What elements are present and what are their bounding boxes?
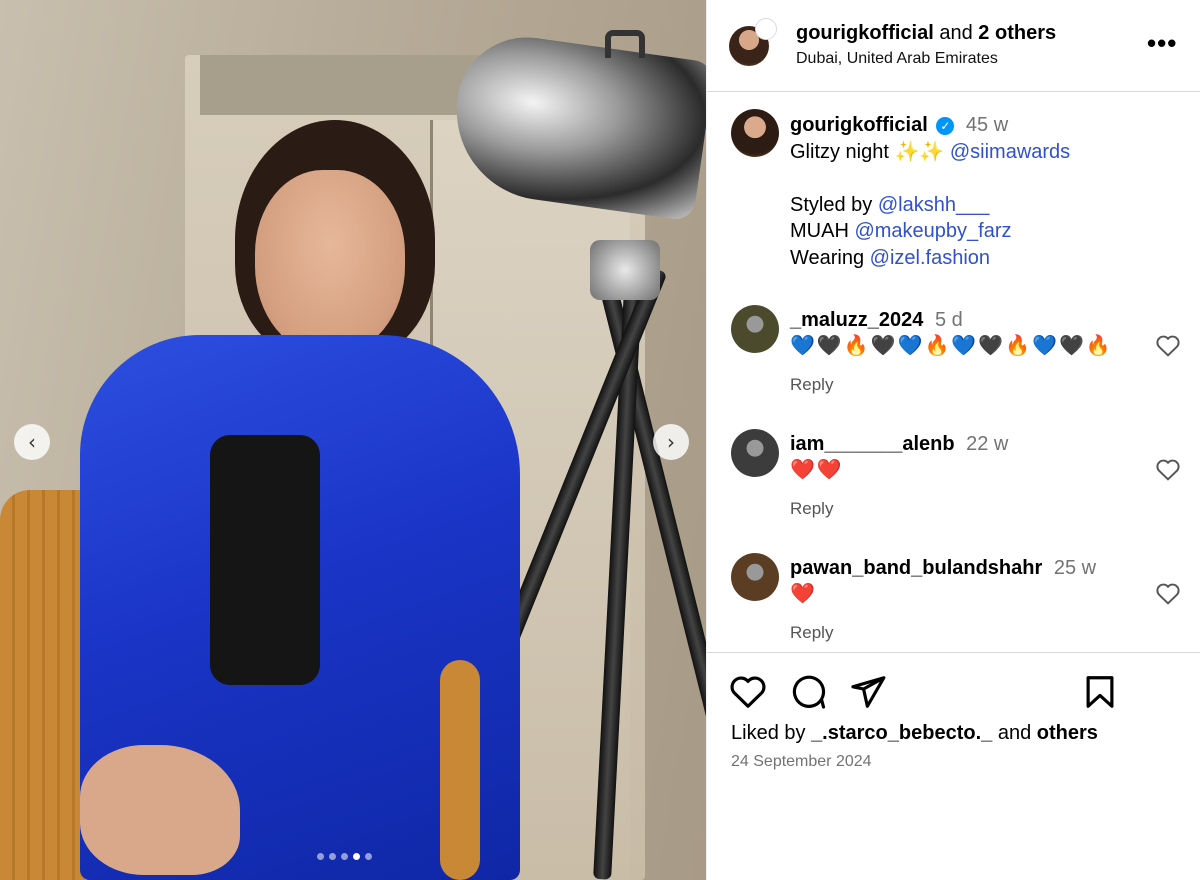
carousel-dot [317,853,324,860]
reply-button[interactable]: Reply [790,623,833,643]
photo-hands [80,745,240,875]
photo-top [210,435,320,685]
comment-header: iam_______alenb 22 w [790,431,1008,457]
reply-button[interactable]: Reply [790,375,833,395]
comment-username[interactable]: iam_______alenb [790,433,955,455]
caption-emoji: ✨✨ [894,140,945,163]
photo-chair-arm [440,660,480,880]
comment-text: ❤️ [790,581,817,605]
photo-face [255,170,405,355]
comment-avatar[interactable] [731,305,779,353]
comment-item: iam_______alenb 22 w ❤️❤️ Reply [707,429,1200,549]
more-options-icon[interactable]: ••• [1147,28,1177,59]
comment-time[interactable]: 22 w [966,433,1008,455]
header-authors: gourigkofficial and 2 others [796,22,1056,45]
chevron-left-icon: ‹ [28,430,36,454]
carousel-dot [365,853,372,860]
comment-username[interactable]: _maluzz_2024 [790,309,923,331]
comment-header: _maluzz_2024 5 d [790,307,963,333]
liked-by-user[interactable]: _.starco_bebecto._ [811,722,992,744]
caption-avatar[interactable] [731,109,779,157]
comment-time[interactable]: 5 d [935,309,963,331]
mention-link[interactable]: @siimawards [950,141,1070,163]
carousel-prev-button[interactable]: ‹ [14,424,50,460]
mention-link[interactable]: @lakshh___ [878,194,989,216]
caption-line: Wearing [790,246,870,269]
comment-item: _maluzz_2024 5 d 💙🖤🔥🖤💙🔥💙🖤🔥💙🖤🔥 Reply [707,305,1200,425]
comment-avatar[interactable] [731,553,779,601]
carousel-dot [353,853,360,860]
post-location[interactable]: Dubai, United Arab Emirates [796,50,998,68]
header-and: and [939,22,973,44]
liked-by-others[interactable]: others [1037,722,1098,744]
header-username[interactable]: gourigkofficial [796,22,934,44]
carousel-dots [317,853,372,860]
caption-line: Styled by [790,193,878,216]
caption-line: MUAH [790,220,855,242]
mention-link[interactable]: @izel.fashion [870,247,990,269]
save-bookmark-icon[interactable] [1081,673,1119,711]
caption-line: Glitzy night [790,140,895,163]
like-heart-icon[interactable] [729,673,767,711]
like-comment-heart-icon[interactable] [1155,457,1181,481]
post-side-panel: gourigkofficial and 2 others Dubai, Unit… [706,0,1200,880]
liked-by-and: and [997,722,1032,744]
chevron-right-icon: › [667,430,675,454]
caption-username[interactable]: gourigkofficial [790,114,928,136]
post-date[interactable]: 24 September 2024 [731,753,872,771]
carousel-dot [329,853,336,860]
like-comment-heart-icon[interactable] [1155,333,1181,357]
caption-time[interactable]: 45 w [966,114,1008,136]
post-header: gourigkofficial and 2 others Dubai, Unit… [707,0,1200,92]
liked-by-prefix: Liked by [731,722,806,744]
comment-text: ❤️❤️ [790,457,844,481]
share-paper-plane-icon[interactable] [849,673,887,711]
comment-bubble-icon[interactable] [789,673,827,711]
liked-by-text: Liked by _.starco_bebecto._ and others [731,722,1098,745]
carousel-dot [341,853,348,860]
carousel-next-button[interactable]: › [653,424,689,460]
post-actions: Liked by _.starco_bebecto._ and others 2… [707,652,1200,880]
photo-spotlight-handle [605,30,645,58]
collab-avatar[interactable] [755,18,777,40]
reply-button[interactable]: Reply [790,499,833,519]
post-media[interactable]: ‹ › [0,0,706,880]
mention-link[interactable]: @makeupby_farz [854,220,1011,242]
comment-text: 💙🖤🔥🖤💙🔥💙🖤🔥💙🖤🔥 [790,333,1113,357]
photo-tripod-hub [590,240,660,300]
caption-body: gourigkofficial ✓ 45 w Glitzy night ✨✨ @… [790,112,1070,271]
like-comment-heart-icon[interactable] [1155,581,1181,605]
verified-badge-icon: ✓ [936,117,955,135]
header-others-link[interactable]: 2 others [978,22,1056,44]
comment-time[interactable]: 25 w [1054,557,1096,579]
comment-header: pawan_band_bulandshahr 25 w [790,555,1096,581]
comment-username[interactable]: pawan_band_bulandshahr [790,557,1042,579]
comment-avatar[interactable] [731,429,779,477]
